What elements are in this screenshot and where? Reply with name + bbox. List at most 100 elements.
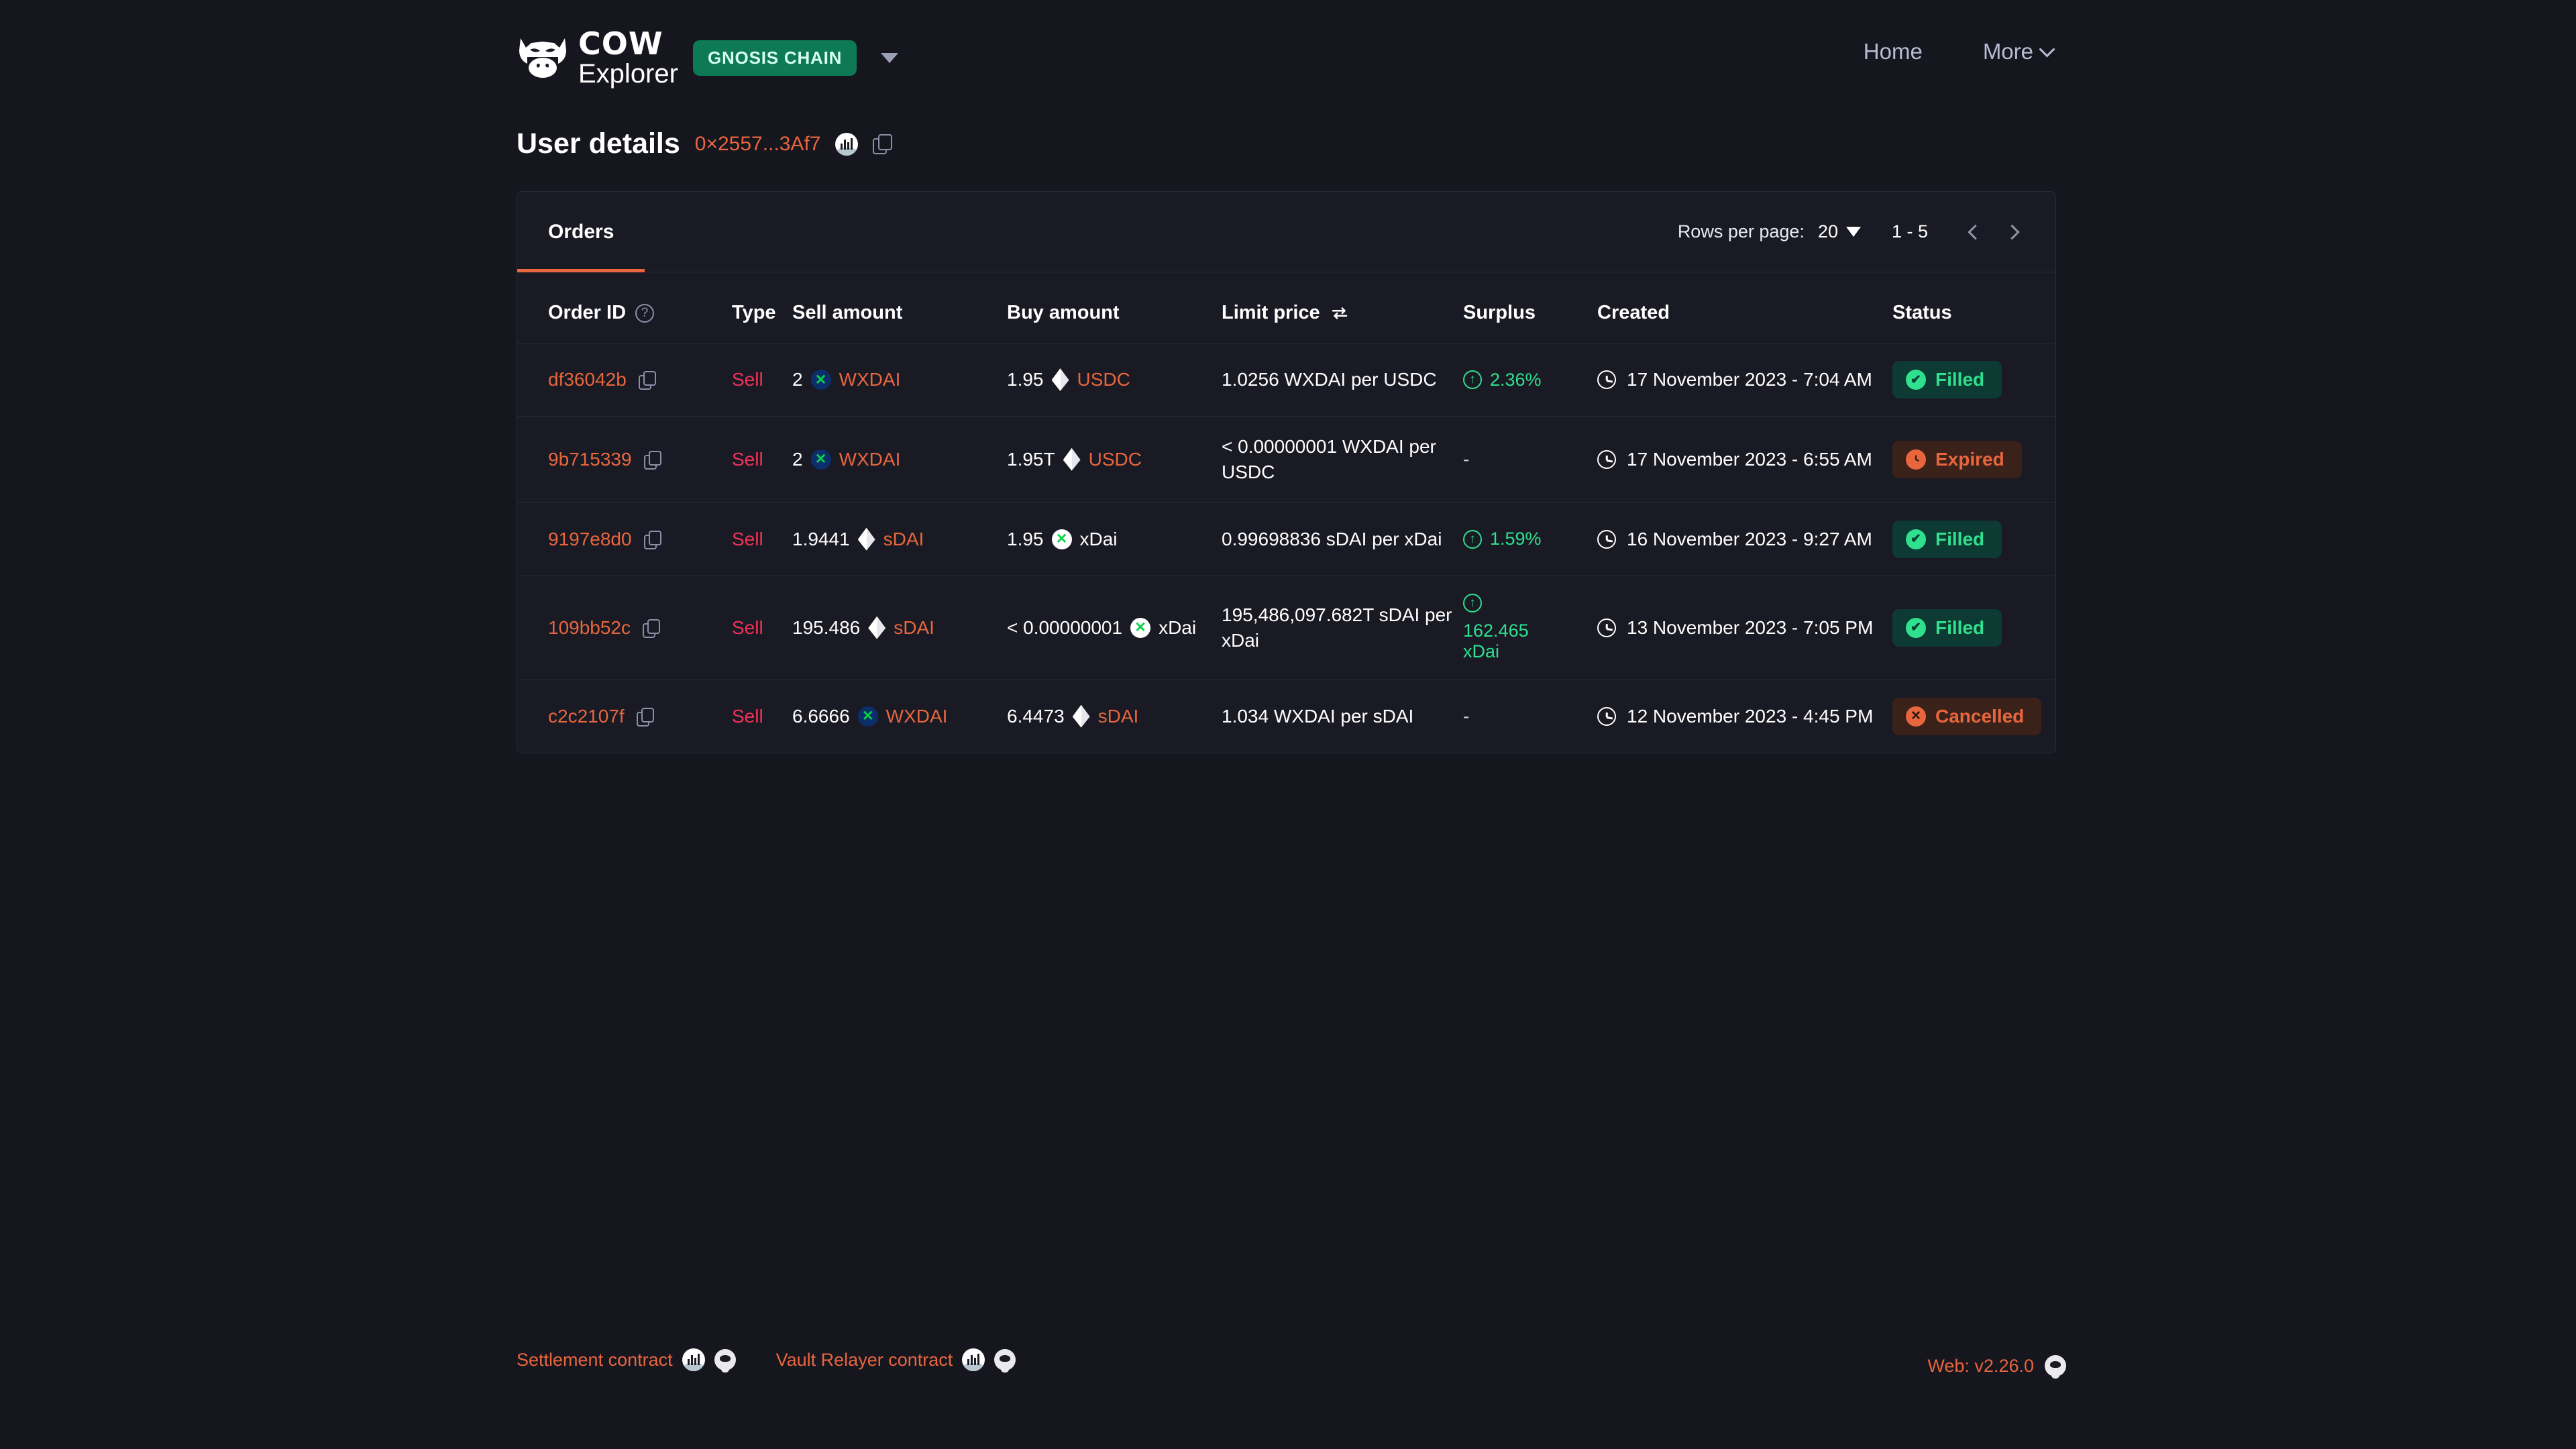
copy-order-id-icon[interactable]	[637, 708, 654, 725]
order-id-link[interactable]: 9b715339	[548, 449, 632, 470]
cell-surplus: 2.36%	[1463, 343, 1597, 417]
help-icon[interactable]: ?	[635, 304, 654, 323]
buy-amount: 1.95xDai	[1007, 529, 1222, 550]
footer-links: Settlement contract Vault Relayer contra…	[517, 1348, 1016, 1371]
copy-order-id-icon[interactable]	[639, 371, 656, 388]
buy-amount: 6.4473sDAI	[1007, 705, 1222, 728]
status-glyph-icon: ✕	[1906, 706, 1926, 727]
created-timestamp: 12 November 2023 - 4:45 PM	[1627, 706, 1873, 727]
cell-created: 17 November 2023 - 6:55 AM	[1597, 417, 1892, 503]
nav-item-more[interactable]: More	[1983, 39, 2053, 64]
order-type-label: Sell	[732, 369, 763, 390]
cell-sell-amount: 2WXDAI	[792, 343, 1007, 417]
surplus-empty: -	[1463, 449, 1469, 470]
status-badge: ✔Filled	[1892, 609, 2002, 647]
cell-order-id: 9197e8d0	[517, 502, 732, 576]
table-row[interactable]: 109bb52cSell195.486sDAI< 0.00000001xDai1…	[517, 576, 2055, 680]
cell-sell-amount: 6.6666WXDAI	[792, 680, 1007, 753]
nav-item-home[interactable]: Home	[1864, 39, 1923, 64]
order-id-link[interactable]: df36042b	[548, 369, 627, 390]
status-label: Filled	[1935, 369, 1984, 390]
chain-selector-pill[interactable]: GNOSIS CHAIN	[693, 40, 857, 76]
user-address[interactable]: 0×2557...3Af7	[695, 133, 821, 156]
xdai-token-icon	[1052, 529, 1072, 549]
clock-icon	[1597, 530, 1616, 549]
sell-amount: 1.9441sDAI	[792, 528, 1007, 551]
buy-amount: 1.95USDC	[1007, 368, 1222, 391]
buy-amount-symbol[interactable]: USDC	[1089, 449, 1142, 470]
cell-limit-price: 1.0256 WXDAI per USDC	[1222, 343, 1463, 417]
cell-type: Sell	[732, 680, 792, 753]
cell-type: Sell	[732, 417, 792, 503]
sell-amount-symbol[interactable]: WXDAI	[886, 706, 948, 727]
sell-amount: 6.6666WXDAI	[792, 706, 1007, 727]
card-toolbar: Orders Rows per page: 20 1 - 5	[517, 192, 2055, 272]
copy-address-icon[interactable]	[873, 134, 893, 154]
buy-amount-symbol[interactable]: USDC	[1077, 369, 1130, 390]
chain-caret-icon[interactable]	[881, 53, 898, 63]
clock-badge-icon	[1906, 449, 1926, 470]
gnosis-chain-icon[interactable]	[962, 1348, 985, 1371]
web-version-label: Web: v2.26.0	[1927, 1356, 2034, 1377]
wxdai-token-icon	[858, 706, 878, 727]
cell-buy-amount: 1.95USDC	[1007, 343, 1222, 417]
order-id-link[interactable]: 9197e8d0	[548, 529, 632, 550]
limit-price-text: 195,486,097.682T sDAI per xDai	[1222, 604, 1452, 651]
status-badge: ✔Filled	[1892, 361, 2002, 398]
github-icon[interactable]	[714, 1349, 736, 1371]
sell-amount: 2WXDAI	[792, 369, 1007, 390]
brand-area: COW Explorer GNOSIS CHAIN	[517, 28, 898, 87]
github-icon[interactable]	[2045, 1355, 2066, 1377]
rows-per-page-select[interactable]: 20	[1818, 221, 1861, 242]
surplus-text: 162.465 xDai	[1463, 621, 1564, 662]
sell-amount-symbol[interactable]: WXDAI	[839, 449, 901, 470]
sell-amount-symbol[interactable]: sDAI	[883, 529, 924, 550]
th-created: Created	[1597, 272, 1892, 343]
table-row[interactable]: 9197e8d0Sell1.9441sDAI1.95xDai0.99698836…	[517, 502, 2055, 576]
orders-table-body: df36042b Sell 2WXDAI1.95USDC1.0256 WXDAI p…	[517, 343, 2055, 753]
cow-explorer-logo[interactable]: COW Explorer	[517, 28, 678, 87]
limit-price-text: 1.0256 WXDAI per USDC	[1222, 369, 1437, 390]
gnosis-chain-icon[interactable]	[682, 1348, 705, 1371]
surplus-value: 162.465 xDai	[1463, 594, 1564, 662]
th-status: Status	[1892, 272, 2055, 343]
nav-home-label: Home	[1864, 39, 1923, 64]
th-order-id-label: Order ID	[548, 302, 626, 324]
sell-amount-symbol[interactable]: sDAI	[894, 617, 934, 639]
limit-price-text: 0.99698836 sDAI per xDai	[1222, 529, 1442, 549]
cell-order-id: 109bb52c	[517, 576, 732, 680]
order-id-link[interactable]: 109bb52c	[548, 617, 631, 639]
buy-amount-symbol[interactable]: xDai	[1080, 529, 1118, 550]
order-id-link[interactable]: c2c2107f	[548, 706, 625, 727]
tab-orders[interactable]: Orders	[517, 192, 645, 272]
surplus-text: 1.59%	[1490, 529, 1542, 549]
copy-order-id-icon[interactable]	[644, 531, 661, 548]
cell-buy-amount: 1.95TUSDC	[1007, 417, 1222, 503]
clock-icon	[1597, 450, 1616, 469]
buy-amount-symbol[interactable]: sDAI	[1098, 706, 1139, 727]
tab-list: Orders	[517, 192, 645, 272]
gnosis-chain-icon	[835, 133, 858, 156]
th-limit-price-label: Limit price	[1222, 302, 1320, 324]
cell-created: 16 November 2023 - 9:27 AM	[1597, 502, 1892, 576]
cell-buy-amount: 6.4473sDAI	[1007, 680, 1222, 753]
swap-arrows-icon[interactable]	[1330, 303, 1350, 323]
copy-order-id-icon[interactable]	[643, 619, 660, 637]
sdai-token-icon	[1073, 705, 1090, 728]
next-page-button[interactable]	[1994, 213, 2033, 252]
vault-relayer-contract-link[interactable]: Vault Relayer contract	[776, 1348, 1016, 1371]
gnosis-bars-icon	[688, 1354, 700, 1365]
status-badge: Expired	[1892, 441, 2022, 478]
table-row[interactable]: c2c2107fSell6.6666WXDAI6.4473sDAI1.034 W…	[517, 680, 2055, 753]
sell-amount-symbol[interactable]: WXDAI	[839, 369, 901, 390]
github-icon[interactable]	[994, 1349, 1016, 1371]
cell-status: Expired	[1892, 417, 2055, 503]
settlement-contract-link[interactable]: Settlement contract	[517, 1348, 736, 1371]
copy-order-id-icon[interactable]	[644, 451, 661, 468]
surplus-value: 1.59%	[1463, 529, 1597, 549]
table-row[interactable]: 9b715339Sell2WXDAI1.95TUSDC< 0.00000001 …	[517, 417, 2055, 503]
table-row[interactable]: df36042b Sell 2WXDAI1.95USDC1.0256 WXDAI p…	[517, 343, 2055, 417]
buy-amount-symbol[interactable]: xDai	[1159, 617, 1196, 639]
page-range: 1 - 5	[1892, 221, 1928, 242]
previous-page-button[interactable]	[1955, 213, 1994, 252]
